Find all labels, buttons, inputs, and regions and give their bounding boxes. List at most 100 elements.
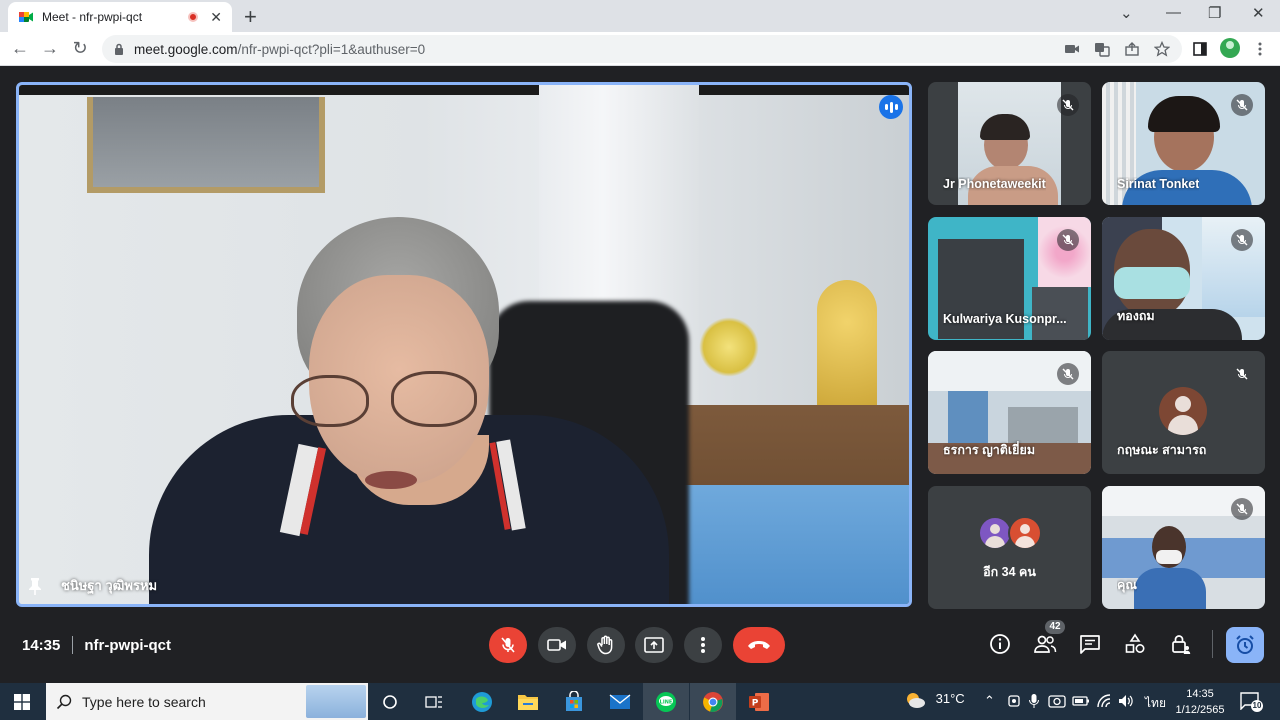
search-placeholder: Type here to search (82, 693, 206, 710)
host-controls-button[interactable] (1169, 632, 1193, 656)
divider (72, 636, 74, 654)
meet-in-use-tray-icon[interactable] (1007, 694, 1021, 708)
tray-overflow-chevron-icon[interactable]: ⌃ (984, 693, 995, 709)
browser-tab-meet[interactable]: Meet - nfr-pwpi-qct ✕ (8, 2, 232, 32)
task-view-button[interactable] (377, 689, 403, 715)
notification-count: 10 (1251, 700, 1263, 712)
participant-tile[interactable]: คุณ (1102, 486, 1265, 609)
battery-tray-icon[interactable] (1072, 694, 1090, 708)
url-host: meet.google.com (134, 41, 238, 57)
profile-avatar[interactable] (1220, 38, 1240, 58)
cortana-circle-icon (383, 695, 397, 709)
volume-tray-icon[interactable] (1118, 694, 1134, 708)
taskbar-mail[interactable] (607, 689, 633, 715)
microphone-toggle-button[interactable] (489, 627, 527, 663)
folder-icon (518, 695, 538, 710)
taskbar-edge[interactable] (469, 689, 495, 715)
taskbar-search-input[interactable]: Type here to search (46, 683, 368, 720)
participant-name: Sirinat Tonket (1117, 177, 1200, 191)
participant-tile[interactable]: กฤษณะ สามารถ (1102, 351, 1265, 474)
lock-icon (115, 43, 123, 55)
task-view-icon-button[interactable] (421, 689, 447, 715)
tab-title: Meet - nfr-pwpi-qct (42, 10, 143, 24)
taskbar-clock[interactable]: 14:35 1/12/2565 (1170, 686, 1230, 718)
chat-icon (1080, 635, 1100, 654)
pin-icon[interactable] (27, 577, 43, 595)
side-panel-icon[interactable] (1192, 41, 1208, 57)
clock-time: 14:35 (1186, 688, 1214, 700)
main-video-feed (19, 85, 909, 604)
forward-arrow-icon[interactable]: → (39, 38, 61, 59)
browser-tab-bar: Meet - nfr-pwpi-qct ✕ + ⌄ — ❐ ✕ (0, 0, 1280, 32)
windows-start-icon[interactable] (14, 694, 30, 710)
weather-sun-cloud-icon (907, 693, 925, 708)
taskbar-powerpoint[interactable]: P (746, 689, 772, 715)
participant-avatar (1159, 387, 1207, 435)
participant-tile[interactable]: Sirinat Tonket (1102, 82, 1265, 205)
action-center-button[interactable]: 10 (1240, 692, 1263, 712)
mic-off-icon (501, 637, 515, 653)
share-icon[interactable] (1124, 41, 1140, 57)
present-screen-button[interactable] (635, 627, 673, 663)
mail-icon (609, 694, 631, 709)
participant-name: Kulwariya Kusonpr... (943, 312, 1067, 326)
windows-taskbar: Type here to search LINE P 31°C ⌃ ไทย 14… (0, 683, 1280, 720)
leave-call-button[interactable] (733, 627, 785, 663)
participant-name: ธรการ ญาติเยี่ยม (943, 443, 1036, 457)
maximize-icon[interactable]: ❐ (1208, 4, 1221, 22)
lock-person-icon (1172, 635, 1191, 654)
muted-mic-icon (1231, 229, 1253, 251)
participant-tile[interactable]: Kulwariya Kusonpr... (928, 217, 1091, 340)
main-participant-name: ชนิษฐา วุฒิพรหม (61, 578, 158, 593)
input-language-indicator[interactable]: ไทย (1145, 694, 1166, 713)
microphone-tray-icon[interactable] (1028, 693, 1040, 709)
chrome-menu-icon[interactable] (1252, 41, 1268, 57)
people-count-badge: 42 (1045, 620, 1065, 634)
people-button[interactable] (1033, 632, 1057, 656)
muted-mic-icon (1231, 498, 1253, 520)
meeting-details-button[interactable] (988, 632, 1012, 656)
camera-in-use-icon[interactable] (1064, 41, 1080, 57)
minimize-icon[interactable]: — (1166, 4, 1181, 21)
raise-hand-button[interactable] (587, 627, 625, 663)
bookmark-star-icon[interactable] (1154, 41, 1170, 57)
taskbar-microsoft-store[interactable] (561, 689, 587, 715)
hand-icon (597, 635, 613, 655)
more-vertical-icon (701, 637, 705, 653)
muted-mic-icon (1057, 363, 1079, 385)
more-options-button[interactable] (684, 627, 722, 663)
line-app-icon: LINE (656, 692, 676, 712)
activities-button[interactable] (1123, 632, 1147, 656)
store-bag-icon (566, 691, 582, 711)
speaking-indicator-icon (879, 95, 903, 119)
more-participants-tile[interactable]: อีก 34 คน (928, 486, 1091, 609)
participant-tile[interactable]: ทองถม (1102, 217, 1265, 340)
participant-name: ทองถม (1117, 309, 1155, 323)
window-close-icon[interactable]: ✕ (1252, 4, 1265, 22)
url-input[interactable]: meet.google.com/nfr-pwpi-qct?pli=1&authu… (102, 35, 1182, 63)
wifi-tray-icon[interactable] (1096, 693, 1112, 709)
camera-toggle-button[interactable] (538, 627, 576, 663)
companion-timer-button[interactable] (1226, 627, 1264, 663)
reload-icon[interactable]: ↻ (69, 38, 91, 59)
powerpoint-icon: P (749, 693, 769, 711)
weather-temperature: 31°C (935, 691, 965, 707)
tab-close-icon[interactable]: ✕ (210, 9, 222, 26)
tab-search-chevron-icon[interactable]: ⌄ (1120, 4, 1133, 22)
camera-tray-icon[interactable] (1048, 694, 1066, 708)
back-arrow-icon[interactable]: ← (9, 38, 31, 59)
more-participants-avatars (978, 516, 1044, 550)
translate-icon[interactable] (1094, 41, 1110, 57)
svg-text:LINE: LINE (660, 700, 673, 706)
taskbar-line[interactable]: LINE (653, 689, 679, 715)
new-tab-button[interactable]: + (244, 4, 257, 30)
weather-widget[interactable]: 31°C (904, 691, 965, 709)
participant-tile[interactable]: ธรการ ญาติเยี่ยม (928, 351, 1091, 474)
taskbar-chrome[interactable] (700, 689, 726, 715)
participant-tile[interactable]: Jr Phonetaweekit (928, 82, 1091, 205)
chat-button[interactable] (1078, 632, 1102, 656)
main-video-tile[interactable]: ชนิษฐา วุฒิพรหม (16, 82, 912, 607)
edge-icon (472, 692, 492, 712)
taskbar-file-explorer[interactable] (515, 689, 541, 715)
present-icon (644, 637, 664, 653)
